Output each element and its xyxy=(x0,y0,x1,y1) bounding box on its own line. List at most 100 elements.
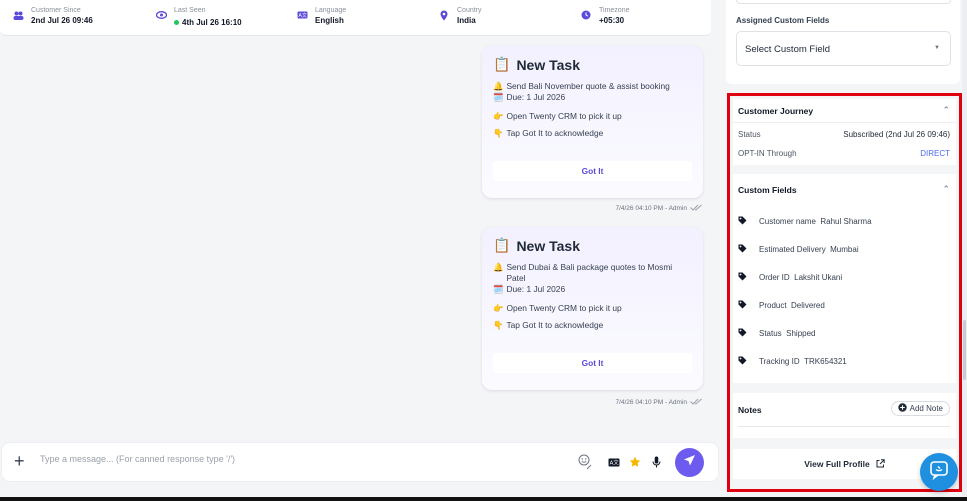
custom-field-value: Shipped xyxy=(786,329,816,338)
external-link-icon xyxy=(876,458,885,470)
add-note-button[interactable]: Add Note xyxy=(890,401,950,416)
customer-info-bar: Customer Since 2nd Jul 26 09:46 Last See… xyxy=(0,0,711,36)
double-check-icon xyxy=(690,204,703,213)
status-row: Status Subscribed (2nd Jul 26 09:46) xyxy=(738,130,950,139)
eye-icon xyxy=(155,9,167,21)
custom-field-row: Tracking ID TRK654321 xyxy=(738,356,847,367)
instruction-row: 👇 Tap Got It to acknowledge xyxy=(493,128,692,139)
caret-down-icon: ▼ xyxy=(934,45,940,51)
task-title-row: 📋 New Task xyxy=(493,56,692,73)
send-button[interactable] xyxy=(675,448,704,477)
customer-journey-section: Customer Journey ⌃ Status Subscribed (2n… xyxy=(733,99,956,165)
send-icon xyxy=(683,454,696,472)
scrollbar-thumb[interactable] xyxy=(963,320,966,380)
customer-journey-heading: Customer Journey xyxy=(738,106,814,116)
tag-icon xyxy=(738,216,747,227)
clock-icon xyxy=(580,9,592,21)
microphone-icon[interactable] xyxy=(649,454,663,470)
timezone-value: +05:30 xyxy=(599,16,625,25)
custom-field-key: Estimated Delivery xyxy=(759,245,826,254)
custom-field-select-value: Select Custom Field xyxy=(745,44,831,55)
add-note-label: Add Note xyxy=(909,404,943,413)
last-seen-label: Last Seen xyxy=(174,7,206,14)
window-bottom-edge xyxy=(0,497,967,501)
task-line: Send Dubai & Bali package quotes to Mosm… xyxy=(506,262,673,283)
language-item: A文 Language English xyxy=(296,6,346,26)
star-icon[interactable] xyxy=(628,454,642,470)
last-seen-item: Last Seen 4th Jul 26 16:10 xyxy=(155,6,242,28)
language-icon: A文 xyxy=(296,9,308,21)
task-line: Send Bali November quote & assist bookin… xyxy=(506,81,670,91)
chat-thread[interactable]: 📋 New Task 🔔 Send Bali November quote & a… xyxy=(0,36,711,430)
instruction-tap-got-it: Tap Got It to acknowledge xyxy=(506,128,604,138)
got-it-button[interactable]: Got It xyxy=(493,161,692,181)
chevron-up-icon[interactable]: ⌃ xyxy=(942,184,950,195)
tag-icon xyxy=(738,300,747,311)
tag-icon xyxy=(738,272,747,283)
notes-section: Notes Add Note xyxy=(733,393,956,438)
pointing-right-icon: 👉 xyxy=(493,303,504,313)
last-seen-value: 4th Jul 26 16:10 xyxy=(182,18,242,27)
users-icon xyxy=(12,9,24,21)
instruction-row: 👇 Tap Got It to acknowledge xyxy=(493,320,692,331)
tag-icon xyxy=(738,356,747,367)
custom-fields-heading: Custom Fields xyxy=(738,185,797,195)
svg-text:A文: A文 xyxy=(298,12,306,19)
optin-value[interactable]: DIRECT xyxy=(920,149,950,158)
message-meta: 7/4/26 04:10 PM - Admin xyxy=(615,204,703,213)
got-it-button[interactable]: Got It xyxy=(493,353,692,373)
timezone-label: Timezone xyxy=(599,7,630,14)
task-line-row: 🔔 Send Dubai & Bali package quotes to Mos… xyxy=(493,262,692,284)
custom-field-select[interactable]: Select Custom Field ▼ xyxy=(736,31,951,66)
task-due: Due: 1 Jul 2026 xyxy=(506,92,566,102)
custom-field-key: Status xyxy=(759,329,782,338)
country-item: Country India xyxy=(438,6,482,26)
double-check-icon xyxy=(690,398,703,407)
message-input[interactable] xyxy=(40,454,520,464)
country-value: India xyxy=(457,16,476,25)
language-value: English xyxy=(315,16,344,25)
custom-field-value: Delivered xyxy=(791,301,825,310)
emoji-icon[interactable] xyxy=(578,454,592,470)
svg-text:A文: A文 xyxy=(610,458,620,466)
message-composer: + A文 xyxy=(2,443,718,481)
custom-field-row: Estimated Delivery Mumbai xyxy=(738,244,859,255)
custom-field-key: Product xyxy=(759,301,787,310)
chevron-up-icon[interactable]: ⌃ xyxy=(942,105,950,116)
tag-icon xyxy=(738,328,747,339)
last-seen-row: 4th Jul 26 16:10 xyxy=(174,17,242,28)
view-full-profile-label: View Full Profile xyxy=(804,459,870,469)
due-row: 🗓️ Due: 1 Jul 2026 xyxy=(493,284,692,295)
task-title: New Task xyxy=(516,237,580,254)
custom-field-value: Rahul Sharma xyxy=(820,217,872,226)
clipboard-icon: 📋 xyxy=(493,237,511,253)
plus-circle-icon xyxy=(897,403,907,414)
translate-icon[interactable]: A文 xyxy=(607,454,621,470)
support-chat-button[interactable] xyxy=(920,453,958,491)
clipboard-icon: 📋 xyxy=(493,56,511,72)
custom-field-value: Lakshit Ukani xyxy=(794,273,843,282)
instruction-open-crm: Open Twenty CRM to pick it up xyxy=(506,303,622,313)
tag-icon xyxy=(738,244,747,255)
custom-field-row: Product Delivered xyxy=(738,300,825,311)
custom-field-row: Status Shipped xyxy=(738,328,816,339)
bell-icon: 🔔 xyxy=(493,262,504,272)
custom-field-row: Order ID Lakshit Ukani xyxy=(738,272,842,283)
instruction-open-crm: Open Twenty CRM to pick it up xyxy=(506,111,622,121)
assigned-custom-fields-heading: Assigned Custom Fields xyxy=(736,16,830,25)
country-label: Country xyxy=(457,7,482,14)
instruction-tap-got-it: Tap Got It to acknowledge xyxy=(506,320,604,330)
pointing-right-icon: 👉 xyxy=(493,111,504,121)
task-due: Due: 1 Jul 2026 xyxy=(506,284,566,294)
instruction-row: 👉 Open Twenty CRM to pick it up xyxy=(493,303,692,314)
custom-field-key: Customer name xyxy=(759,217,816,226)
task-title-row: 📋 New Task xyxy=(493,237,692,254)
scrollbar-track[interactable] xyxy=(962,0,967,501)
timezone-item: Timezone +05:30 xyxy=(580,6,629,26)
language-label: Language xyxy=(315,7,347,14)
status-value: Subscribed (2nd Jul 26 09:46) xyxy=(843,130,950,139)
attach-plus-icon[interactable]: + xyxy=(14,452,25,470)
optin-label: OPT-IN Through xyxy=(738,149,797,158)
task-line-row: 🔔 Send Bali November quote & assist booki… xyxy=(493,81,692,92)
due-row: 🗓️ Due: 1 Jul 2026 xyxy=(493,92,692,103)
